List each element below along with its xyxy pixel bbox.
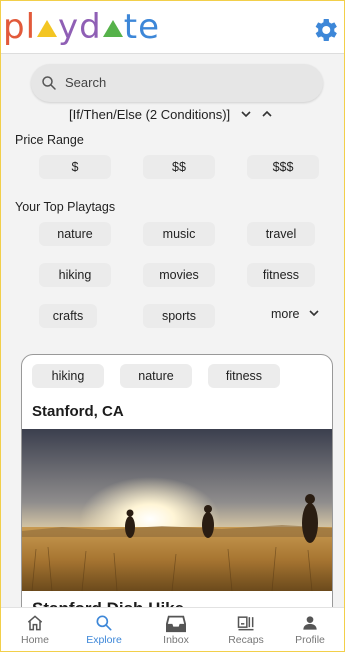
inbox-icon [166,615,186,633]
playtag-chip[interactable]: crafts [39,304,97,328]
playtag-chip[interactable]: movies [143,263,215,287]
nav-item-explore[interactable]: Explore [70,608,138,651]
chevron-down-icon[interactable] [240,108,252,120]
playtag-chip[interactable]: fitness [247,263,315,287]
gear-icon[interactable] [310,15,340,45]
more-tags-button[interactable]: more [271,307,320,321]
price-range-title: Price Range [15,133,84,147]
search-placeholder: Search [65,75,107,90]
card-location: Stanford, CA [32,403,124,420]
logo-letter: l [25,7,37,47]
logo-triangle [37,20,58,37]
nav-label-profile: Profile [295,634,325,646]
condition-label: [If/Then/Else (2 Conditions)] [69,107,231,122]
search-icon [96,615,112,631]
playtag-chip[interactable]: sports [143,304,215,328]
playtag-chip[interactable]: music [143,222,215,246]
nav-item-home[interactable]: Home [1,608,69,651]
playtag-chip[interactable]: hiking [39,263,111,287]
activity-title: Stanford Dish Hike [32,599,184,607]
price-option[interactable]: $$ [143,155,215,179]
explore-content: Search [If/Then/Else (2 Conditions)] Pri… [1,54,344,607]
playtag-chip[interactable]: nature [39,222,111,246]
activity-card[interactable]: hiking nature fitness Stanford, CA [21,354,333,607]
app-logo[interactable]: pl yd te [3,7,160,47]
nav-item-profile[interactable]: Profile [276,608,344,651]
nav-item-inbox[interactable]: Inbox [142,608,210,651]
recaps-icon [237,616,254,631]
playtags-title: Your Top Playtags [15,200,116,214]
price-option[interactable]: $$$ [247,155,319,179]
logo-letter: t [123,7,139,47]
bottom-nav: Home Explore Inbox Recaps Profile [1,607,344,651]
condition-filter[interactable]: [If/Then/Else (2 Conditions)] [69,107,273,122]
nav-label-home: Home [20,634,49,646]
nav-label-inbox: Inbox [163,634,189,646]
logo-triangle [102,20,123,37]
activity-photo[interactable] [22,429,332,591]
search-icon [42,76,56,90]
chevron-up-icon[interactable] [261,108,273,120]
logo-letter: e [138,7,161,47]
playtag-chip[interactable]: travel [247,222,315,246]
logo-letter: y [58,7,80,47]
logo-letter: p [3,7,26,47]
top-bar: pl yd te [1,1,344,54]
nav-label-explore: Explore [86,634,122,646]
app-frame: pl yd te Search [If/Then/Else (2 Condition… [0,0,345,652]
card-tag[interactable]: fitness [208,364,280,388]
search-input[interactable]: Search [31,64,323,102]
card-tag[interactable]: nature [120,364,192,388]
profile-icon [303,616,317,630]
chevron-down-icon [309,310,319,317]
home-icon [27,615,43,631]
card-tag[interactable]: hiking [32,364,104,388]
price-option[interactable]: $ [39,155,111,179]
nav-item-recaps[interactable]: Recaps [212,608,280,651]
more-label: more [271,307,300,321]
logo-letter: d [79,7,102,47]
nav-label-recaps: Recaps [228,634,264,646]
